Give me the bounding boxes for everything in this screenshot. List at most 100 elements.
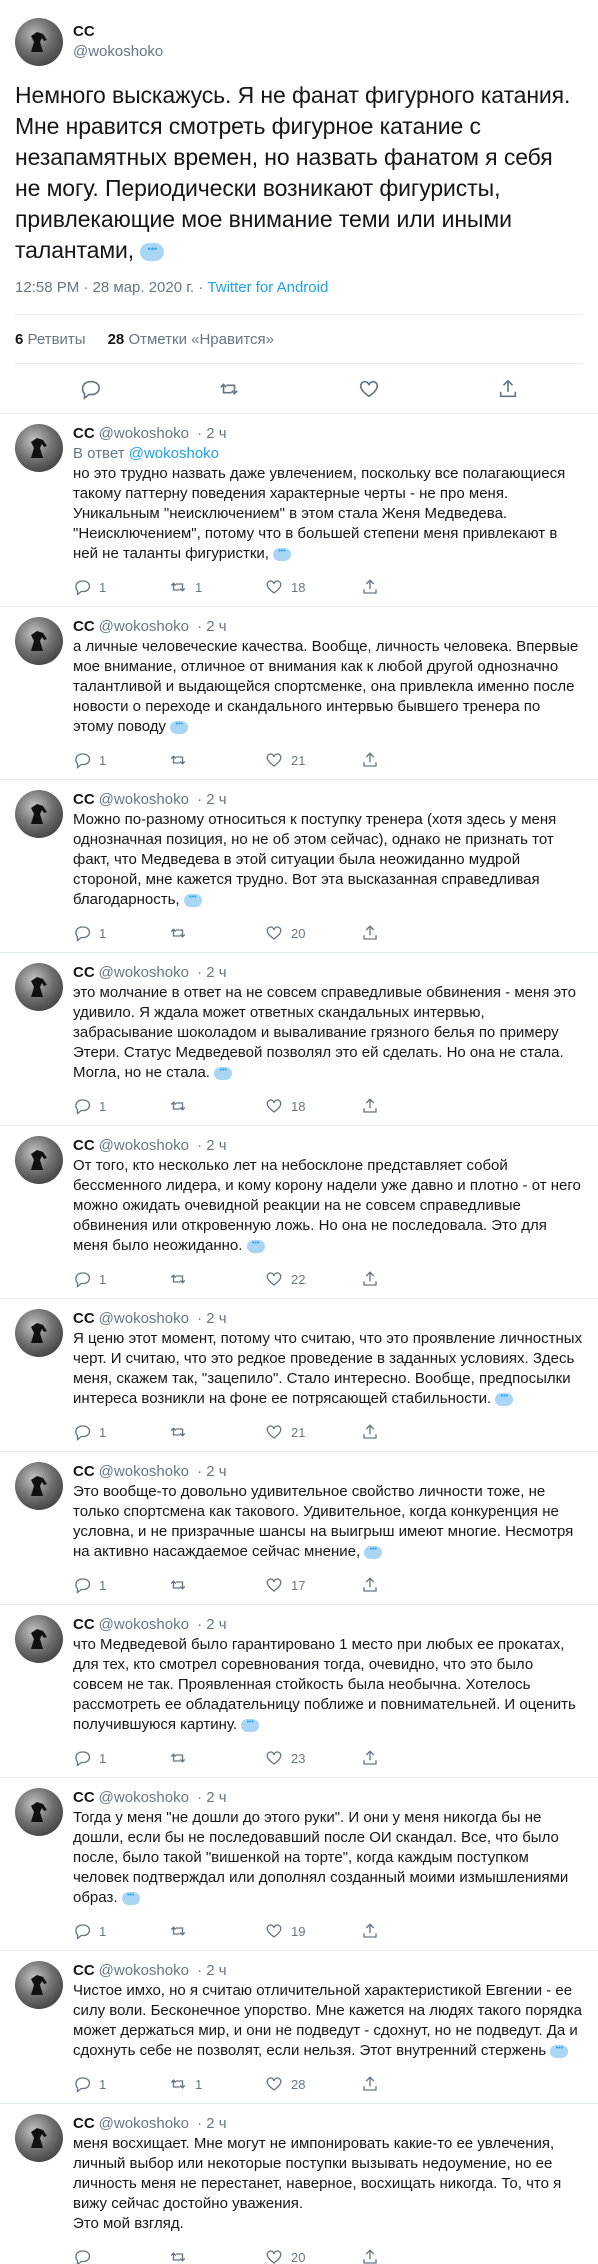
like-action[interactable]: 17 xyxy=(265,1576,361,1594)
reply-tweet[interactable]: CC @wokoshoko · 2 ч Чистое имхо, но я счит… xyxy=(0,1951,598,2104)
like-action[interactable]: 21 xyxy=(265,751,361,769)
reply-tweet[interactable]: CC @wokoshoko · 2 ч Можно по-разному относ… xyxy=(0,780,598,953)
retweet-action[interactable] xyxy=(169,1423,265,1441)
user-handle[interactable]: @wokoshoko xyxy=(99,618,189,635)
reply-tweet[interactable]: CC @wokoshoko · 2 ч меня восхищает. Мне мо… xyxy=(0,2104,598,2264)
avatar[interactable] xyxy=(15,617,63,665)
display-name[interactable]: CC xyxy=(73,1962,95,1979)
reply-tweet[interactable]: CC @wokoshoko · 2 чВ ответ @wokoshoko но э… xyxy=(0,414,598,607)
like-action[interactable]: 18 xyxy=(265,1097,361,1115)
reply-tweet[interactable]: CC @wokoshoko · 2 ч Тогда у меня "не дошли… xyxy=(0,1778,598,1951)
reply-icon[interactable] xyxy=(79,378,101,400)
retweet-action[interactable]: 1 xyxy=(169,2075,265,2093)
retweet-action[interactable] xyxy=(169,2248,265,2264)
share-action[interactable] xyxy=(361,751,457,769)
share-action[interactable] xyxy=(361,2075,457,2093)
reply-action[interactable]: 1 xyxy=(73,1749,169,1767)
retweets-stat[interactable]: 6 Ретвиты xyxy=(15,331,86,348)
user-handle[interactable]: @wokoshoko xyxy=(99,1137,189,1154)
display-name[interactable]: CC xyxy=(73,1616,95,1633)
avatar[interactable] xyxy=(15,963,63,1011)
user-handle[interactable]: @wokoshoko xyxy=(99,1463,189,1480)
thread-continuation-icon[interactable] xyxy=(246,1234,265,1254)
share-action[interactable] xyxy=(361,924,457,942)
retweet-action[interactable] xyxy=(169,1749,265,1767)
avatar[interactable] xyxy=(15,424,63,472)
share-action[interactable] xyxy=(361,578,457,596)
thread-continuation-icon[interactable] xyxy=(170,715,189,735)
like-action[interactable]: 28 xyxy=(265,2075,361,2093)
reply-tweet[interactable]: CC @wokoshoko · 2 ч это молчание в ответ н… xyxy=(0,953,598,1126)
share-icon[interactable] xyxy=(497,378,519,400)
retweet-action[interactable] xyxy=(169,1922,265,1940)
thread-continuation-icon[interactable] xyxy=(140,239,165,261)
avatar[interactable] xyxy=(15,18,63,66)
reply-action[interactable]: 1 xyxy=(73,924,169,942)
user-handle[interactable]: @wokoshoko xyxy=(99,1310,189,1327)
display-name[interactable]: CC xyxy=(73,791,95,808)
thread-continuation-icon[interactable] xyxy=(121,1886,140,1906)
thread-continuation-icon[interactable] xyxy=(183,888,202,908)
reply-to-link[interactable]: @wokoshoko xyxy=(129,445,219,462)
like-action[interactable]: 22 xyxy=(265,1270,361,1288)
tweet-source-link[interactable]: Twitter for Android xyxy=(207,279,328,296)
share-action[interactable] xyxy=(361,1576,457,1594)
avatar[interactable] xyxy=(15,790,63,838)
like-action[interactable]: 23 xyxy=(265,1749,361,1767)
reply-action[interactable]: 1 xyxy=(73,1270,169,1288)
reply-action[interactable]: 1 xyxy=(73,1097,169,1115)
user-handle[interactable]: @wokoshoko xyxy=(99,425,189,442)
author-row[interactable]: CC @wokoshoko xyxy=(15,12,583,72)
thread-continuation-icon[interactable] xyxy=(214,1061,233,1081)
display-name[interactable]: CC xyxy=(73,425,95,442)
likes-stat[interactable]: 28 Отметки «Нравится» xyxy=(108,331,274,348)
retweet-action[interactable] xyxy=(169,1097,265,1115)
display-name[interactable]: CC xyxy=(73,964,95,981)
like-icon[interactable] xyxy=(358,378,380,400)
share-action[interactable] xyxy=(361,1423,457,1441)
retweet-action[interactable] xyxy=(169,1576,265,1594)
thread-continuation-icon[interactable] xyxy=(364,1540,383,1560)
retweet-action[interactable]: 1 xyxy=(169,578,265,596)
thread-continuation-icon[interactable] xyxy=(495,1387,514,1407)
display-name[interactable]: CC xyxy=(73,1137,95,1154)
avatar[interactable] xyxy=(15,1788,63,1836)
user-handle[interactable]: @wokoshoko xyxy=(99,791,189,808)
reply-action[interactable]: 1 xyxy=(73,751,169,769)
reply-action[interactable]: 1 xyxy=(73,1922,169,1940)
display-name[interactable]: CC xyxy=(73,22,163,42)
display-name[interactable]: CC xyxy=(73,2115,95,2132)
retweet-action[interactable] xyxy=(169,924,265,942)
like-action[interactable]: 20 xyxy=(265,2248,361,2264)
user-handle[interactable]: @wokoshoko xyxy=(73,42,163,62)
reply-action[interactable]: 1 xyxy=(73,1423,169,1441)
thread-continuation-icon[interactable] xyxy=(241,1713,260,1733)
avatar[interactable] xyxy=(15,1462,63,1510)
thread-continuation-icon[interactable] xyxy=(273,542,292,562)
display-name[interactable]: CC xyxy=(73,1463,95,1480)
reply-action[interactable]: 1 xyxy=(73,2075,169,2093)
retweet-icon[interactable] xyxy=(218,378,240,400)
avatar[interactable] xyxy=(15,1309,63,1357)
user-handle[interactable]: @wokoshoko xyxy=(99,1962,189,1979)
reply-tweet[interactable]: CC @wokoshoko · 2 ч а личные человеческие … xyxy=(0,607,598,780)
share-action[interactable] xyxy=(361,1749,457,1767)
user-handle[interactable]: @wokoshoko xyxy=(99,1789,189,1806)
share-action[interactable] xyxy=(361,1097,457,1115)
reply-action[interactable] xyxy=(73,2248,169,2264)
like-action[interactable]: 20 xyxy=(265,924,361,942)
retweet-action[interactable] xyxy=(169,751,265,769)
avatar[interactable] xyxy=(15,2114,63,2162)
avatar[interactable] xyxy=(15,1615,63,1663)
share-action[interactable] xyxy=(361,2248,457,2264)
user-handle[interactable]: @wokoshoko xyxy=(99,2115,189,2132)
user-handle[interactable]: @wokoshoko xyxy=(99,1616,189,1633)
avatar[interactable] xyxy=(15,1136,63,1184)
display-name[interactable]: CC xyxy=(73,618,95,635)
display-name[interactable]: CC xyxy=(73,1789,95,1806)
share-action[interactable] xyxy=(361,1922,457,1940)
reply-tweet[interactable]: CC @wokoshoko · 2 ч что Медведевой было га… xyxy=(0,1605,598,1778)
retweet-action[interactable] xyxy=(169,1270,265,1288)
avatar[interactable] xyxy=(15,1961,63,2009)
reply-tweet[interactable]: CC @wokoshoko · 2 ч Я ценю этот момент, по… xyxy=(0,1299,598,1452)
